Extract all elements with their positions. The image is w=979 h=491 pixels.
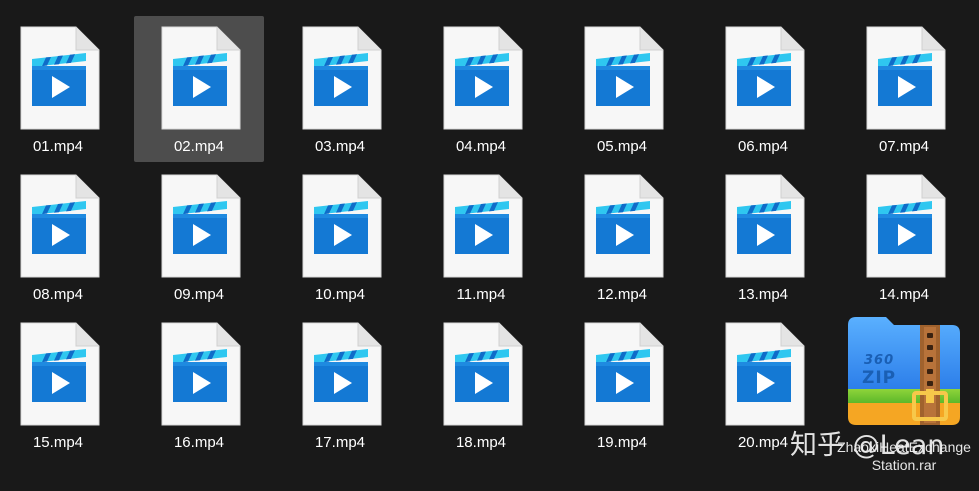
file-name-label: 14.mp4: [878, 286, 930, 303]
video-file-icon: [302, 26, 382, 130]
file-name-label: 01.mp4: [32, 138, 84, 155]
video-file-icon: [443, 174, 523, 278]
file-name-label: 10.mp4: [314, 286, 366, 303]
file-item[interactable]: 08.mp4: [0, 164, 123, 310]
video-file-icon: [161, 322, 241, 426]
file-name-label: 03.mp4: [314, 138, 366, 155]
file-name-label: 08.mp4: [32, 286, 84, 303]
video-file-icon: [443, 322, 523, 426]
file-explorer-view: 01.mp4 02.mp4 03.mp4 04.mp4 05.mp4 06.mp4 07.m…: [0, 0, 979, 491]
archive-icon-label: ZIP: [862, 368, 897, 388]
file-item[interactable]: 05.mp4: [557, 16, 687, 162]
video-file-icon: [20, 174, 100, 278]
file-name-label: 05.mp4: [596, 138, 648, 155]
file-item[interactable]: 19.mp4: [557, 312, 687, 458]
file-item[interactable]: 09.mp4: [134, 164, 264, 310]
360zip-archive-icon: 360 ZIP: [842, 313, 966, 437]
archive-brand-label: 360: [864, 353, 895, 368]
video-file-icon: [20, 26, 100, 130]
file-item[interactable]: 18.mp4: [416, 312, 546, 458]
file-name-label: 17.mp4: [314, 434, 366, 451]
video-file-icon: [725, 26, 805, 130]
file-name-label: 12.mp4: [596, 286, 648, 303]
file-item[interactable]: 06.mp4: [698, 16, 828, 162]
video-file-icon: [866, 26, 946, 130]
video-file-icon: [302, 322, 382, 426]
file-name-label: 11.mp4: [456, 286, 506, 303]
video-file-icon: [584, 322, 664, 426]
file-name-label: 18.mp4: [455, 434, 507, 451]
file-name-label: 04.mp4: [455, 138, 507, 155]
archive-file-item[interactable]: 360 ZIP ZhaoxiHeatExchangeStation.rar: [834, 309, 979, 491]
file-name-label: 02.mp4: [173, 138, 225, 155]
file-name-label: 06.mp4: [737, 138, 789, 155]
video-file-icon: [161, 26, 241, 130]
video-file-icon: [725, 174, 805, 278]
file-item[interactable]: 15.mp4: [0, 312, 123, 458]
video-file-icon: [725, 322, 805, 426]
file-name-label: 07.mp4: [878, 138, 930, 155]
file-item[interactable]: 13.mp4: [698, 164, 828, 310]
file-item[interactable]: 14.mp4: [839, 164, 969, 310]
video-file-icon: [161, 174, 241, 278]
video-file-icon: [20, 322, 100, 426]
watermark-text: 知乎 @Lean: [790, 430, 945, 461]
file-item[interactable]: 17.mp4: [275, 312, 405, 458]
video-file-icon: [443, 26, 523, 130]
file-item[interactable]: 04.mp4: [416, 16, 546, 162]
video-file-icon: [302, 174, 382, 278]
video-file-icon: [584, 26, 664, 130]
file-item[interactable]: 16.mp4: [134, 312, 264, 458]
file-item[interactable]: 02.mp4: [134, 16, 264, 162]
file-item[interactable]: 01.mp4: [0, 16, 123, 162]
file-item[interactable]: 10.mp4: [275, 164, 405, 310]
file-name-label: 19.mp4: [596, 434, 648, 451]
file-name-label: 09.mp4: [173, 286, 225, 303]
video-file-icon: [584, 174, 664, 278]
file-item[interactable]: 03.mp4: [275, 16, 405, 162]
file-name-label: 15.mp4: [32, 434, 84, 451]
video-file-icon: [866, 174, 946, 278]
file-item[interactable]: 07.mp4: [839, 16, 969, 162]
file-item[interactable]: 11.mp4: [416, 164, 546, 310]
file-name-label: 13.mp4: [737, 286, 789, 303]
file-name-label: 16.mp4: [173, 434, 225, 451]
file-item[interactable]: 12.mp4: [557, 164, 687, 310]
